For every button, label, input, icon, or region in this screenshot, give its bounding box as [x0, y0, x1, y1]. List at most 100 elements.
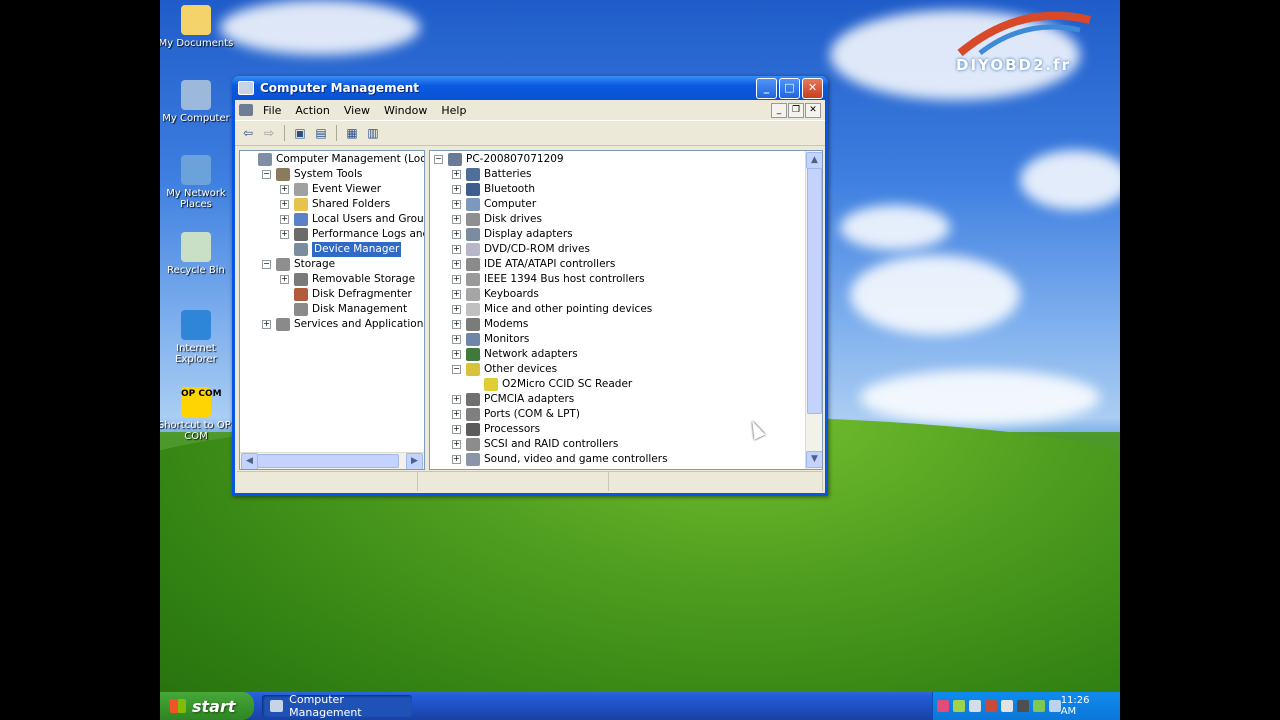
- expand-toggle[interactable]: +: [262, 320, 271, 329]
- tray-network-icon[interactable]: [968, 700, 981, 712]
- horizontal-scrollbar[interactable]: ◀ ▶: [240, 452, 424, 469]
- expand-toggle[interactable]: +: [452, 185, 461, 194]
- expand-toggle[interactable]: +: [452, 260, 461, 269]
- minimize-button[interactable]: _: [756, 77, 777, 99]
- tray-icon-6[interactable]: [1016, 700, 1029, 712]
- expand-toggle[interactable]: +: [452, 230, 461, 239]
- child-restore-button[interactable]: ❐: [788, 102, 804, 118]
- tree-item[interactable]: + Event Viewer: [280, 182, 381, 197]
- tray-icon-1[interactable]: [937, 700, 949, 712]
- console-tree-pane[interactable]: Computer Management (Local) − System Tools…: [239, 150, 425, 470]
- expand-toggle[interactable]: +: [452, 350, 461, 359]
- scroll-thumb[interactable]: [257, 454, 399, 468]
- mmc-icon[interactable]: [239, 104, 253, 116]
- forward-arrow-icon[interactable]: ⇨: [260, 124, 278, 142]
- tree-item[interactable]: + Network adapters: [452, 347, 578, 362]
- expand-toggle[interactable]: +: [452, 440, 461, 449]
- tree-item[interactable]: + Performance Logs and Alerts: [280, 227, 424, 242]
- tree-item[interactable]: − PC-200807071209: [434, 152, 564, 167]
- desktop-icon-my-computer[interactable]: My Computer: [160, 80, 236, 124]
- device-tree-pane[interactable]: − PC-200807071209 + Batteries + Bluetooth + Com…: [429, 150, 823, 470]
- collapse-toggle[interactable]: −: [262, 170, 271, 179]
- expand-toggle[interactable]: +: [452, 305, 461, 314]
- expand-toggle[interactable]: +: [280, 215, 289, 224]
- tray-icon-5[interactable]: [1000, 700, 1013, 712]
- tree-item[interactable]: − Storage: [262, 257, 335, 272]
- child-minimize-button[interactable]: _: [771, 102, 787, 118]
- tree-item[interactable]: − Other devices: [452, 362, 557, 377]
- tray-icon-8[interactable]: [1048, 700, 1061, 712]
- expand-toggle[interactable]: +: [452, 320, 461, 329]
- back-arrow-icon[interactable]: ⇦: [239, 124, 257, 142]
- tree-item[interactable]: + Shared Folders: [280, 197, 390, 212]
- tree-item[interactable]: + Bluetooth: [452, 182, 535, 197]
- close-button[interactable]: ✕: [802, 77, 823, 99]
- title-bar[interactable]: Computer Management _ □ ✕: [232, 76, 828, 100]
- collapse-toggle[interactable]: −: [262, 260, 271, 269]
- menu-view[interactable]: View: [337, 104, 377, 117]
- expand-toggle[interactable]: +: [452, 215, 461, 224]
- menu-action[interactable]: Action: [288, 104, 336, 117]
- scroll-down-button[interactable]: ▼: [806, 451, 822, 468]
- expand-toggle[interactable]: +: [452, 410, 461, 419]
- desktop-icon-internet-explorer[interactable]: Internet Explorer: [160, 310, 236, 365]
- tray-icon-2[interactable]: [952, 700, 965, 712]
- tree-item[interactable]: − System Tools: [262, 167, 362, 182]
- help-icon[interactable]: ▥: [364, 124, 382, 142]
- tree-item[interactable]: + IDE ATA/ATAPI controllers: [452, 257, 615, 272]
- show-hide-tree-icon[interactable]: ▤: [312, 124, 330, 142]
- tree-item[interactable]: O2Micro CCID SC Reader: [470, 377, 632, 392]
- expand-toggle[interactable]: +: [452, 200, 461, 209]
- expand-toggle[interactable]: +: [452, 395, 461, 404]
- tray-icon-7[interactable]: [1032, 700, 1045, 712]
- expand-toggle[interactable]: +: [452, 245, 461, 254]
- tray-icon-4[interactable]: [984, 700, 997, 712]
- up-folder-icon[interactable]: ▣: [291, 124, 309, 142]
- expand-toggle[interactable]: +: [280, 185, 289, 194]
- expand-toggle[interactable]: +: [452, 275, 461, 284]
- tree-item[interactable]: + Local Users and Groups: [280, 212, 424, 227]
- tree-item[interactable]: + DVD/CD-ROM drives: [452, 242, 590, 257]
- tree-item[interactable]: + Monitors: [452, 332, 529, 347]
- tree-item[interactable]: + Services and Applications: [262, 317, 424, 332]
- tree-item[interactable]: + SCSI and RAID controllers: [452, 437, 618, 452]
- tree-item[interactable]: + Modems: [452, 317, 528, 332]
- desktop-icon-op-com-shortcut[interactable]: OP COM Shortcut to OP-COM: [160, 387, 236, 442]
- expand-toggle[interactable]: +: [280, 275, 289, 284]
- tree-item[interactable]: + Batteries: [452, 167, 532, 182]
- tree-item[interactable]: + Removable Storage: [280, 272, 415, 287]
- tree-item[interactable]: Computer Management (Local): [244, 152, 424, 167]
- tree-item[interactable]: + Mice and other pointing devices: [452, 302, 652, 317]
- tree-item[interactable]: + Display adapters: [452, 227, 573, 242]
- expand-toggle[interactable]: +: [452, 170, 461, 179]
- expand-toggle[interactable]: +: [280, 200, 289, 209]
- collapse-toggle[interactable]: −: [434, 155, 443, 164]
- tree-item[interactable]: + IEEE 1394 Bus host controllers: [452, 272, 645, 287]
- scroll-right-button[interactable]: ▶: [406, 453, 423, 469]
- vertical-scrollbar[interactable]: ▲ ▼: [805, 151, 822, 469]
- tree-item[interactable]: Device Manager: [280, 242, 402, 257]
- scroll-thumb[interactable]: [807, 168, 822, 414]
- clock[interactable]: 11:26 AM: [1061, 695, 1108, 717]
- tree-item[interactable]: + Disk drives: [452, 212, 542, 227]
- tree-item[interactable]: + Ports (COM & LPT): [452, 407, 580, 422]
- menu-window[interactable]: Window: [377, 104, 434, 117]
- tree-item[interactable]: Disk Defragmenter: [280, 287, 412, 302]
- collapse-toggle[interactable]: −: [452, 365, 461, 374]
- expand-toggle[interactable]: +: [452, 290, 461, 299]
- expand-toggle[interactable]: +: [452, 335, 461, 344]
- properties-icon[interactable]: ▦: [343, 124, 361, 142]
- menu-file[interactable]: File: [256, 104, 288, 117]
- expand-toggle[interactable]: +: [452, 455, 461, 464]
- desktop-icon-recycle-bin[interactable]: Recycle Bin: [160, 232, 236, 276]
- tree-item[interactable]: + PCMCIA adapters: [452, 392, 574, 407]
- tree-item[interactable]: + Computer: [452, 197, 536, 212]
- child-close-button[interactable]: ✕: [805, 102, 821, 118]
- tree-item[interactable]: Disk Management: [280, 302, 407, 317]
- tree-item[interactable]: + Keyboards: [452, 287, 539, 302]
- tree-item[interactable]: + Sound, video and game controllers: [452, 452, 668, 467]
- menu-help[interactable]: Help: [434, 104, 473, 117]
- taskbar-button-computer-management[interactable]: Computer Management: [262, 693, 412, 719]
- scroll-up-button[interactable]: ▲: [806, 152, 822, 169]
- start-button[interactable]: start: [160, 692, 254, 720]
